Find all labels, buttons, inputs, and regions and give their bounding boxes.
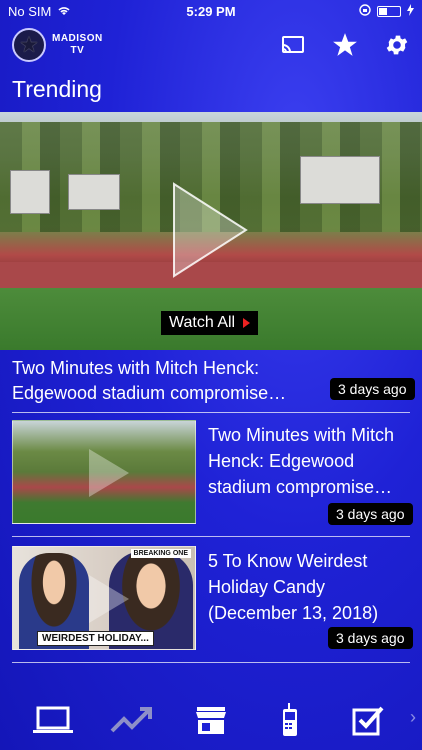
orientation-lock-icon: [359, 3, 371, 19]
trending-icon[interactable]: [110, 700, 154, 740]
bottom-nav: [0, 690, 422, 750]
logo-text: MADISON TV: [52, 33, 103, 56]
section-title: Trending: [12, 76, 102, 102]
gear-icon[interactable]: [384, 32, 410, 58]
hero-age-badge: 3 days ago: [330, 378, 415, 400]
star-icon[interactable]: [332, 32, 358, 58]
charging-icon: [407, 3, 414, 19]
chevron-right-icon[interactable]: ›: [410, 707, 416, 728]
status-bar: No SIM 5:29 PM: [0, 0, 422, 22]
checkbox-icon[interactable]: [347, 700, 391, 740]
wifi-icon: [57, 4, 71, 19]
video-age-badge: 3 days ago: [328, 627, 413, 649]
laptop-icon[interactable]: [31, 700, 75, 740]
battery-icon: [377, 5, 401, 17]
divider: [12, 412, 410, 413]
video-thumbnail[interactable]: [12, 420, 196, 524]
store-icon[interactable]: [189, 700, 233, 740]
divider: [12, 536, 410, 537]
app-header: ★ MADISON TV: [0, 22, 422, 68]
phone-icon[interactable]: [268, 700, 312, 740]
video-thumbnail[interactable]: BREAKING ONE WEIRDEST HOLIDAY...: [12, 546, 196, 650]
watch-all-button[interactable]: Watch All: [161, 311, 259, 335]
hero-video[interactable]: Watch All: [0, 112, 422, 350]
watch-all-label: Watch All: [169, 314, 236, 331]
cast-icon[interactable]: [280, 32, 306, 58]
madison-tv-logo[interactable]: ★ MADISON TV: [12, 28, 103, 62]
divider: [12, 662, 410, 663]
thumbnail-banner: WEIRDEST HOLIDAY...: [37, 631, 154, 646]
breaking-tag: BREAKING ONE: [130, 549, 191, 558]
play-arrow-icon: [243, 318, 251, 328]
hero-caption[interactable]: Two Minutes with Mitch Henck: Edgewood s…: [12, 356, 312, 406]
carrier-label: No SIM: [8, 3, 52, 19]
video-list-item[interactable]: BREAKING ONE WEIRDEST HOLIDAY... 5 To Kn…: [0, 546, 422, 662]
video-title: 5 To Know Weirdest Holiday Candy (Decemb…: [208, 551, 379, 623]
play-icon[interactable]: [170, 180, 250, 280]
play-icon: [89, 575, 129, 623]
play-icon: [89, 449, 129, 497]
video-title: Two Minutes with Mitch Henck: Edgewood s…: [208, 425, 395, 497]
clock: 5:29 PM: [186, 3, 236, 19]
logo-star-icon: ★: [12, 28, 46, 62]
video-list-item[interactable]: Two Minutes with Mitch Henck: Edgewood s…: [0, 420, 422, 536]
video-age-badge: 3 days ago: [328, 503, 413, 525]
